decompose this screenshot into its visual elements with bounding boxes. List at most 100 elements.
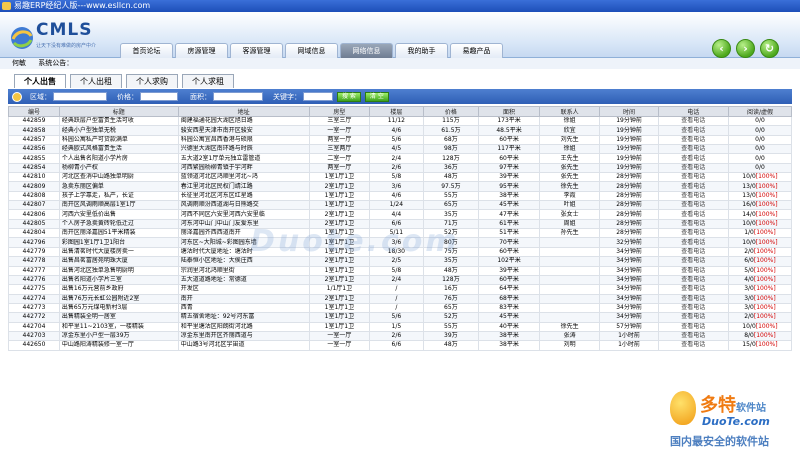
view-phone-link[interactable]: 查看电话	[657, 302, 729, 314]
table-row[interactable]: 442806 河西六安里低价出售 河西不同区六安里河西六安里临 2室1厅1卫 4/4 35…	[8, 209, 793, 220]
view-phone-link[interactable]: 查看电话	[657, 340, 729, 351]
credibility-percent: [100%]	[753, 285, 776, 293]
nav-tab-domain-info[interactable]: 网域信息	[285, 43, 338, 58]
view-phone-link[interactable]: 查看电话	[657, 237, 729, 248]
size-input[interactable]	[213, 92, 263, 101]
table-row[interactable]: 442650 中山路阳涛精装修一室一厅 中山路3号河北区宇宙道 一室一厅 6/6 48万 3…	[8, 340, 793, 351]
read-count: 14/0	[742, 210, 756, 218]
tab-personal-lease[interactable]: 个人求租	[182, 74, 234, 88]
back-button[interactable]: ‹	[712, 39, 731, 58]
table-cell: 55万	[422, 190, 480, 202]
table-cell: 河西繁园杨柳青镇于宇河畔	[177, 162, 310, 174]
nav-tab-assistant[interactable]: 我的助手	[395, 43, 448, 58]
view-phone-link[interactable]: 查看电话	[657, 228, 729, 239]
area-input[interactable]	[53, 92, 107, 101]
table-cell: 39万	[422, 330, 480, 342]
table-row[interactable]: 442807 南开区风调雨顺高层1室1厅 风调雨顺汾西道湖与日熊路交 1室1厅1卫 1/…	[8, 200, 793, 211]
notice-bar: 何敏 系统公告：	[0, 58, 800, 69]
table-cell: 442774	[8, 293, 60, 304]
table-cell: 34分钟前	[599, 274, 659, 286]
view-phone-link[interactable]: 查看电话	[657, 200, 729, 211]
table-row[interactable]: 442810 河北区查消中山路独单明厨 蓝领道河北区鸿顺里河北~鸿 1室1厅1卫 5/8…	[8, 172, 793, 183]
table-row[interactable]: 442857 科园公寓私产可贷款满单 科园公寓宜昌西香港与硕限 两室一厅 5/6 68万 6…	[8, 134, 793, 146]
table-row[interactable]: 442703 凉金东里小户型一层39万 凉金东里南开区齐丽西道与 一室一厅 2/6 39万…	[8, 330, 793, 342]
search-button[interactable]: 搜 索	[337, 91, 361, 102]
nav-tab-forum[interactable]: 首页论坛	[120, 43, 173, 58]
view-phone-link[interactable]: 查看电话	[657, 265, 729, 276]
read-count: 0/0	[755, 135, 765, 143]
table-cell: 4/4	[369, 209, 424, 220]
table-cell: 442806	[8, 209, 60, 220]
nav-tab-property[interactable]: 房源管理	[175, 43, 228, 58]
view-phone-link[interactable]: 查看电话	[657, 293, 729, 304]
table-row[interactable]: 442809 急卖东丽区偏单 春江里河北区民权门靖江路 2室1厅1卫 3/6 97.5万 9…	[8, 181, 793, 192]
table-row[interactable]: 442858 经典小户型独单无税 骏安西星天津市南开区骏安 一室一厅 4/6 61.5万 4…	[8, 125, 793, 136]
view-phone-link[interactable]: 查看电话	[657, 115, 729, 127]
table-cell: 2/4	[369, 153, 424, 164]
table-row[interactable]: 442854 杨柳青小产权 河西繁园杨柳青镇于宇河畔 两室一厅 2/6 36万 97平米 张先…	[8, 162, 793, 174]
table-row[interactable]: 442775 出售16万元营前乡政府 开发区 1/1厅1卫/16万 64平米 34分钟前查…	[8, 284, 793, 295]
view-phone-link[interactable]: 查看电话	[657, 321, 729, 332]
table-row[interactable]: 442855 个人出售名阳道小学片房 五大道2室1厅单元独立雷管道 二室一厅 2/4 12…	[8, 153, 793, 164]
table-cell: 28分钟前	[599, 228, 659, 239]
table-cell: 1室1厅1卫	[308, 312, 371, 323]
table-cell: 98万	[422, 144, 480, 155]
table-row[interactable]: 442856 经典欧式风格富贵生活 兴德里大湖区南环路与时辰 三室两厅 4/5 98万 11…	[8, 144, 793, 155]
view-phone-link[interactable]: 查看电话	[657, 172, 729, 183]
table-row[interactable]: 442777 出售河北区独单急售明厨明 宗润里河北鸿顺里街 1室1厅1卫 5/8 48万 3…	[8, 265, 793, 276]
view-phone-link[interactable]: 查看电话	[657, 125, 729, 136]
nav-tab-network-info[interactable]: 网络信息	[340, 43, 393, 58]
view-phone-link[interactable]: 查看电话	[657, 190, 729, 202]
table-cell: 442650	[8, 340, 60, 351]
forward-button[interactable]: ›	[736, 39, 755, 58]
table-cell: 刘先生	[538, 134, 601, 146]
view-phone-link[interactable]: 查看电话	[657, 284, 729, 295]
nav-tab-clients[interactable]: 客源管理	[230, 43, 283, 58]
keyword-input[interactable]	[303, 92, 333, 101]
view-phone-link[interactable]: 查看电话	[657, 134, 729, 146]
view-phone-link[interactable]: 查看电话	[657, 246, 729, 258]
view-phone-link[interactable]: 查看电话	[657, 181, 729, 192]
view-phone-link[interactable]: 查看电话	[657, 256, 729, 267]
table-row[interactable]: 442776 出售名阳道小学片三室 五大道道路地址：常德道 2室1厅1卫 2/4 128万…	[8, 274, 793, 286]
table-cell: 13/0[100%]	[727, 181, 793, 192]
search-bar: 区域： 价格： 面积： 关键字： 搜 索 清 空	[8, 89, 792, 104]
table-cell: 48.5平米	[478, 125, 540, 136]
view-phone-link[interactable]: 查看电话	[657, 144, 729, 155]
view-phone-link[interactable]: 查看电话	[657, 153, 729, 164]
main-nav: 首页论坛 房源管理 客源管理 网域信息 网络信息 我的助手 易趣产品	[120, 43, 505, 58]
table-row[interactable]: 442774 出售76万元长虹公园附近2室 南开 2室1厅1卫/76万 68平米 34分钟…	[8, 293, 793, 304]
table-cell: 出售名阳道小学片三室	[58, 274, 179, 286]
view-phone-link[interactable]: 查看电话	[657, 274, 729, 286]
watermark-domain: DuoTe.com	[702, 415, 770, 428]
view-phone-link[interactable]: 查看电话	[657, 162, 729, 174]
table-row[interactable]: 442773 出售65万元煤电新村3层 西青 1室1厅1卫/65万 83平米 34分钟前查…	[8, 302, 793, 314]
tab-personal-buy[interactable]: 个人求购	[126, 74, 178, 88]
view-phone-link[interactable]: 查看电话	[657, 312, 729, 323]
clear-button[interactable]: 清 空	[364, 91, 389, 102]
table-cell	[538, 302, 601, 314]
table-cell: 欣宜	[538, 125, 601, 136]
table-row[interactable]: 442772 出售精装全明一居室 精五宿舍地址：92号河东富 1室1厅1卫 5/6 52万…	[8, 312, 793, 323]
table-cell: /	[369, 302, 424, 314]
table-row[interactable]: 442859 经典跃层户型富贵生活可收 闽建福通花园大湖区旭日路 三室三厅 11/12 1…	[8, 115, 793, 127]
table-cell: 2/4	[369, 274, 424, 286]
tab-personal-sale[interactable]: 个人出售	[14, 74, 66, 88]
table-cell: 中山路阳涛精装修一室一厅	[58, 340, 179, 351]
price-input[interactable]	[140, 92, 178, 101]
tab-personal-rent[interactable]: 个人出租	[70, 74, 122, 88]
read-count: 13/0	[742, 182, 756, 190]
table-cell: /	[369, 284, 424, 295]
table-cell: 19分钟前	[599, 134, 659, 146]
table-cell: 128万	[422, 153, 480, 164]
table-cell: 442775	[8, 284, 60, 295]
table-row[interactable]: 442808 孩子上学靠走，私产，长证 长征里河北区河东区红星路 1室1厅1卫 4/6 5…	[8, 190, 793, 202]
refresh-button[interactable]: ↻	[760, 39, 779, 58]
view-phone-link[interactable]: 查看电话	[657, 330, 729, 342]
logo-text: CMLS	[36, 20, 93, 40]
table-row[interactable]: 442704 和平里11~2103室，一楼精装 和平里塘沽区阳朗街河北路 1室1厅1卫…	[8, 321, 793, 332]
nav-tab-products[interactable]: 易趣产品	[450, 43, 503, 58]
view-phone-link[interactable]: 查看电话	[657, 218, 729, 230]
table-cell: 出售16万元营前乡政府	[58, 284, 179, 295]
view-phone-link[interactable]: 查看电话	[657, 209, 729, 220]
